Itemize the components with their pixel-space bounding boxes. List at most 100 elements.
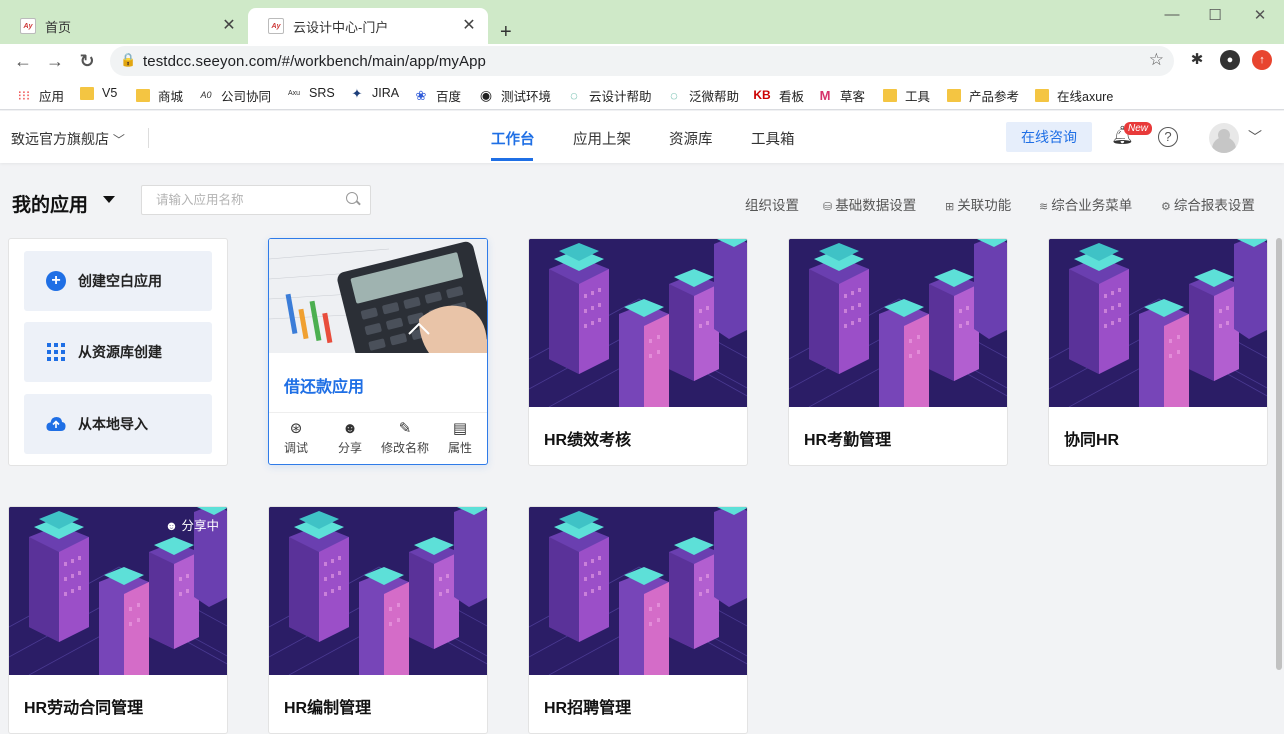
- folder-icon: [1035, 89, 1049, 102]
- active-tab-indicator: [491, 158, 533, 161]
- new-badge: New: [1124, 122, 1153, 135]
- tab-title: 云设计中心-门户: [293, 19, 389, 35]
- bookmark-test-env[interactable]: ◉ 测试环境: [479, 86, 551, 105]
- bookmark-v5[interactable]: V5: [80, 86, 117, 100]
- baidu-icon: ❀: [415, 88, 427, 103]
- bookmark-label: 看板: [779, 90, 805, 104]
- city-cover-image: [269, 507, 487, 675]
- bookmark-srs[interactable]: Axu SRS: [287, 86, 335, 100]
- nav-tab-app-listing[interactable]: 应用上架: [573, 128, 631, 149]
- app-card-title[interactable]: 协同HR: [1064, 426, 1119, 450]
- business-menu-link[interactable]: ≋ 综合业务菜单: [1039, 194, 1132, 214]
- close-tab-icon[interactable]: ✕: [460, 17, 478, 35]
- app-card-title[interactable]: HR招聘管理: [544, 694, 631, 718]
- bookmark-online-axure[interactable]: 在线axure: [1035, 86, 1113, 105]
- link-label: 综合报表设置: [1173, 198, 1255, 213]
- app-card[interactable]: HR绩效考核: [528, 238, 748, 466]
- bookmark-mall[interactable]: 商城: [136, 86, 183, 105]
- extensions-puzzle-icon[interactable]: ✱: [1187, 50, 1207, 70]
- chevron-down-icon[interactable]: ﹀: [1248, 127, 1262, 147]
- bookmark-star-icon[interactable]: ☆: [1149, 50, 1164, 70]
- pencil-icon: ✎: [398, 420, 412, 437]
- app-card-title[interactable]: 借还款应用: [284, 373, 364, 397]
- help-icon: ◌: [570, 88, 578, 103]
- bookmark-tools[interactable]: 工具: [883, 86, 930, 105]
- app-card-title[interactable]: HR绩效考核: [544, 426, 631, 450]
- bookmark-jira[interactable]: ✦ JIRA: [350, 86, 400, 100]
- avatar[interactable]: [1209, 123, 1239, 153]
- share-icon: ☻: [342, 420, 358, 437]
- bookmark-product-ref[interactable]: 产品参考: [947, 86, 1019, 105]
- forward-arrow-icon[interactable]: →: [44, 50, 66, 72]
- search-icon[interactable]: [346, 192, 358, 204]
- app-card[interactable]: HR考勤管理: [788, 238, 1008, 466]
- help-icon[interactable]: ?: [1158, 127, 1178, 147]
- bookmark-label: 云设计帮助: [589, 90, 652, 104]
- action-label: 属性: [447, 441, 472, 455]
- bookmark-apps[interactable]: ⁝⁝⁝ 应用: [17, 86, 64, 105]
- link-label: 组织设置: [745, 198, 799, 213]
- reload-icon[interactable]: ↻: [76, 50, 98, 72]
- app-search-input[interactable]: [141, 185, 371, 215]
- bookmark-label: 泛微帮助: [689, 90, 740, 104]
- properties-button[interactable]: ▤ 属性: [433, 419, 487, 456]
- address-bar[interactable]: 🔒 testdcc.seeyon.com/#/workbench/main/ap…: [110, 46, 1174, 76]
- nav-tab-workbench[interactable]: 工作台: [491, 128, 535, 149]
- app-header: 致远官方旗舰店 ﹀ 工作台 应用上架 资源库 工具箱 在线咨询 🔔︎ New ?…: [0, 111, 1284, 163]
- bookmark-label: 测试环境: [501, 90, 552, 104]
- app-card-title[interactable]: HR考勤管理: [804, 426, 891, 450]
- store-selector[interactable]: 致远官方旗舰店 ﹀: [11, 129, 125, 149]
- action-label: 调试: [283, 441, 308, 455]
- nav-tab-resource-library[interactable]: 资源库: [669, 128, 713, 149]
- status-label: 分享中: [181, 519, 219, 533]
- app-card[interactable]: 协同HR: [1048, 238, 1268, 466]
- nav-tab-toolbox[interactable]: 工具箱: [751, 128, 795, 149]
- debug-button[interactable]: ⊛ 调试: [269, 419, 323, 456]
- back-arrow-icon[interactable]: ←: [12, 50, 34, 72]
- window-close-icon[interactable]: ✕: [1250, 6, 1270, 24]
- link-label: 基础数据设置: [835, 198, 917, 213]
- org-settings-link[interactable]: 组织设置: [745, 194, 799, 214]
- create-from-library-button[interactable]: 从资源库创建: [24, 322, 212, 382]
- app-card-title[interactable]: HR劳动合同管理: [24, 694, 143, 718]
- rename-button[interactable]: ✎ 修改名称: [378, 419, 432, 456]
- related-function-link[interactable]: ⊞ 关联功能: [945, 194, 1011, 214]
- online-consult-button[interactable]: 在线咨询: [1006, 122, 1092, 152]
- layers-icon: ≋: [1039, 201, 1049, 213]
- browser-tab-home[interactable]: Ay 首页 ✕: [0, 8, 248, 44]
- bookmark-label: 在线axure: [1057, 90, 1114, 104]
- bookmark-cloud-help[interactable]: ◌ 云设计帮助: [567, 86, 652, 105]
- app-card[interactable]: HR招聘管理: [528, 506, 748, 734]
- app-card-selected[interactable]: 借还款应用 ⊛ 调试 ☻ 分享 ✎ 修改名称 ▤ 属性: [268, 238, 488, 465]
- create-app-panel: + 创建空白应用 从资源库创建 从本地导入: [8, 238, 228, 466]
- browser-tab-portal[interactable]: Ay 云设计中心-门户 ✕: [248, 8, 488, 44]
- basic-data-settings-link[interactable]: ⛁ 基础数据设置: [823, 194, 916, 214]
- button-label: 创建空白应用: [78, 273, 162, 289]
- bookmark-label: 公司协同: [221, 90, 272, 104]
- bookmark-baidu[interactable]: ❀ 百度: [414, 86, 461, 105]
- bookmark-weaver-help[interactable]: ◌ 泛微帮助: [667, 86, 739, 105]
- update-arrow-icon[interactable]: ↑: [1252, 50, 1272, 70]
- report-settings-link[interactable]: ⚙ 综合报表设置: [1161, 194, 1255, 214]
- bookmark-kanban[interactable]: KB 看板: [753, 86, 804, 105]
- maximize-icon[interactable]: ☐: [1205, 6, 1225, 24]
- app-card[interactable]: HR编制管理: [268, 506, 488, 734]
- profile-icon[interactable]: ●: [1220, 50, 1240, 70]
- folder-icon: [80, 86, 94, 100]
- lock-icon: 🔒: [120, 52, 137, 67]
- app-card-title[interactable]: HR编制管理: [284, 694, 371, 718]
- close-tab-icon[interactable]: ✕: [220, 17, 238, 35]
- import-local-button[interactable]: 从本地导入: [24, 394, 212, 454]
- link-label: 综合业务菜单: [1051, 198, 1133, 213]
- share-button[interactable]: ☻ 分享: [323, 419, 377, 456]
- minimize-icon[interactable]: —: [1162, 6, 1182, 24]
- bookmark-company-collab[interactable]: A0 公司协同: [199, 86, 271, 105]
- create-blank-app-button[interactable]: + 创建空白应用: [24, 251, 212, 311]
- caret-down-icon[interactable]: [103, 196, 115, 203]
- debug-arrow-icon: ⊛: [289, 420, 303, 437]
- url-text: testdcc.seeyon.com/#/workbench/main/app/…: [143, 53, 487, 70]
- button-label: 从本地导入: [78, 416, 148, 432]
- scrollbar-thumb[interactable]: [1276, 238, 1282, 670]
- app-card[interactable]: ☻ 分享中 HR劳动合同管理: [8, 506, 228, 734]
- bookmark-caoke[interactable]: M 草客: [818, 86, 865, 105]
